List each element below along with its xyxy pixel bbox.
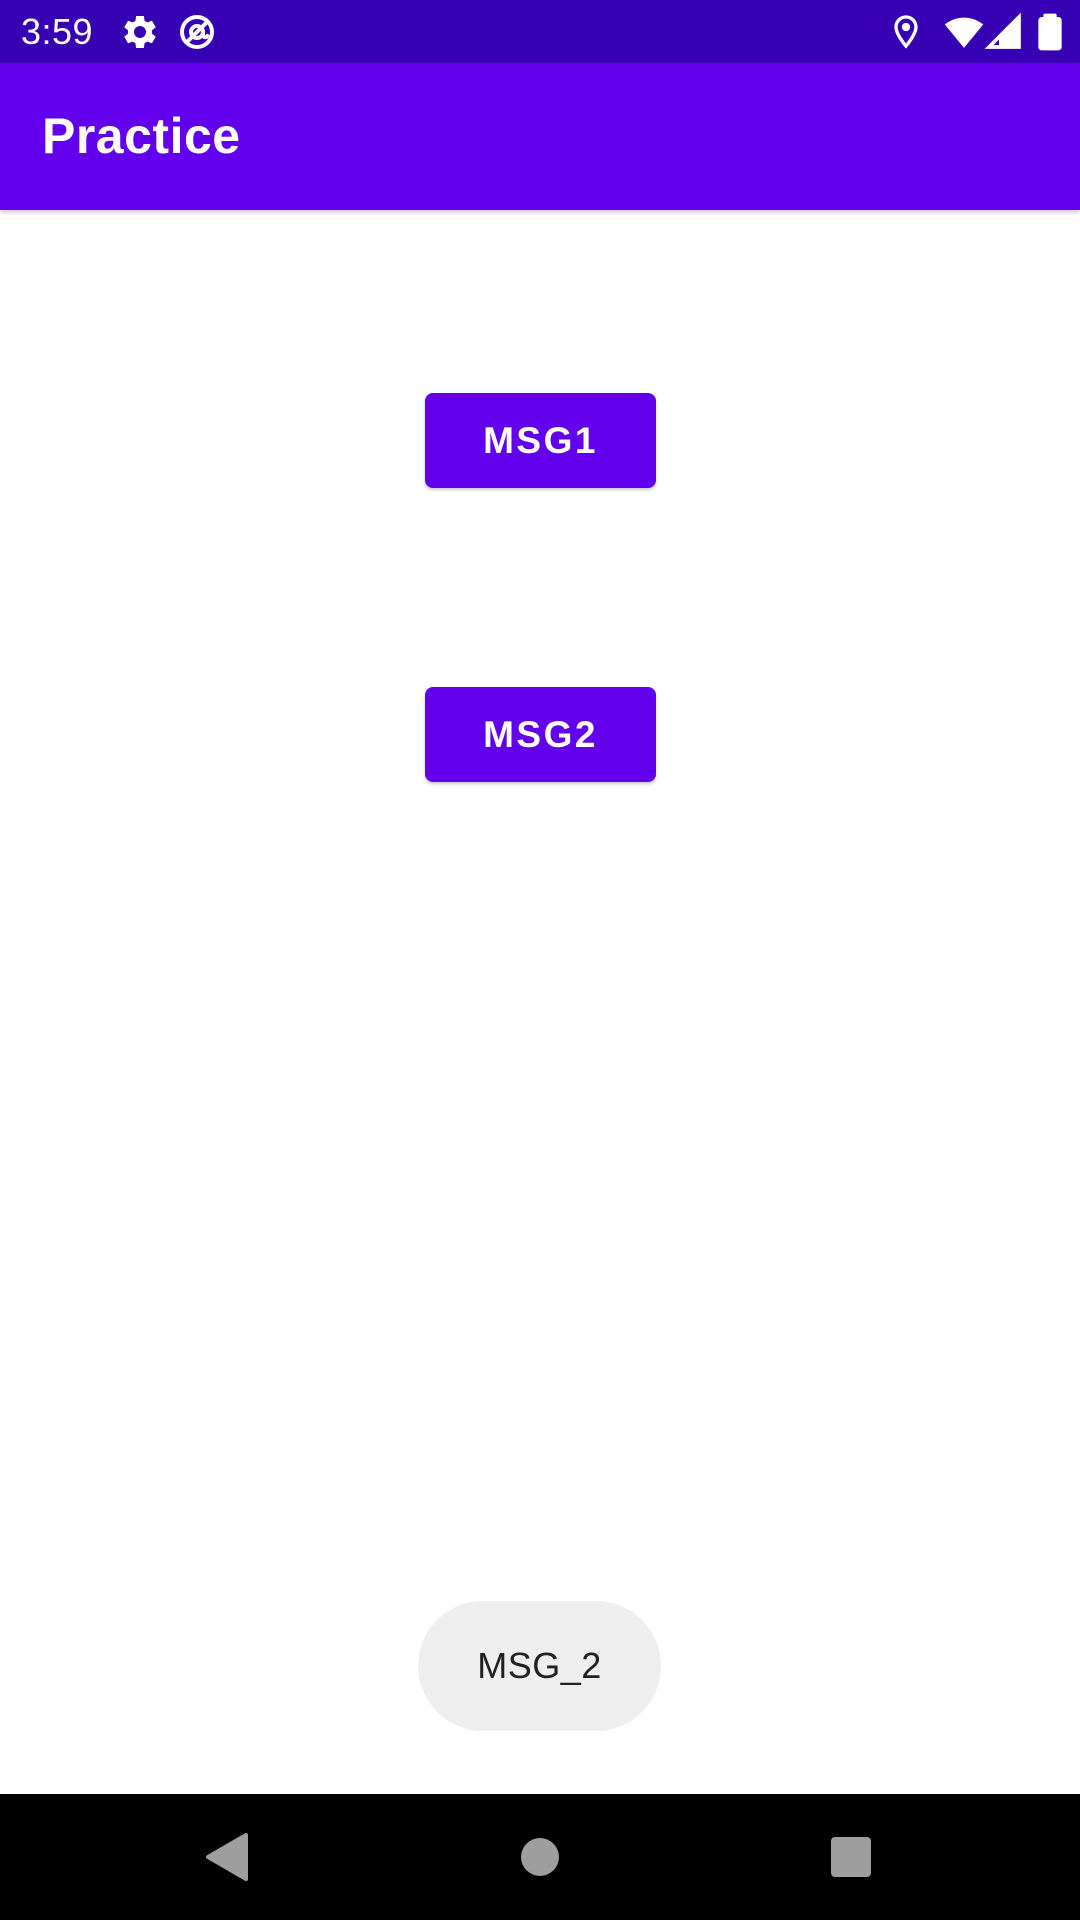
msg1-button[interactable]: MSG1	[425, 393, 656, 488]
msg2-button[interactable]: MSG2	[425, 687, 656, 782]
app-bar: Practice	[0, 63, 1080, 210]
home-icon[interactable]	[510, 1827, 570, 1887]
gear-icon	[120, 12, 160, 52]
cell-signal-icon	[984, 12, 1024, 52]
recents-icon[interactable]	[821, 1827, 881, 1887]
navigation-bar	[0, 1794, 1080, 1920]
at-sign-icon	[177, 12, 217, 52]
toast-message: MSG_2	[418, 1601, 661, 1731]
app-title: Practice	[42, 108, 241, 164]
battery-icon	[1030, 12, 1070, 52]
status-time: 3:59	[21, 11, 94, 52]
location-pin-icon	[886, 12, 926, 52]
back-icon[interactable]	[198, 1827, 258, 1887]
status-bar: 3:59	[0, 0, 1080, 63]
wifi-icon	[944, 12, 984, 52]
